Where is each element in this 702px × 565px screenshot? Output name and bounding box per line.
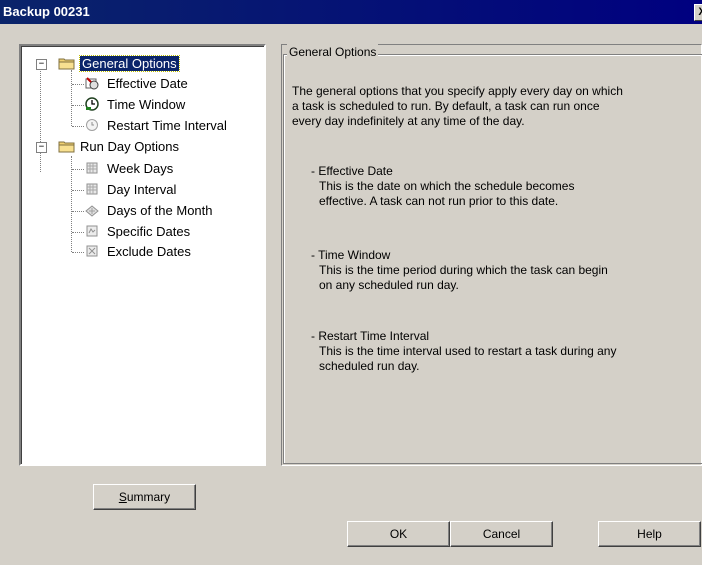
section-time-window: - Time Window This is the time period du…	[311, 248, 608, 292]
help-button[interactable]: Help	[598, 521, 701, 547]
close-icon: X	[698, 6, 702, 18]
group-box-title: General Options	[287, 44, 379, 60]
tree-connector	[40, 64, 41, 172]
tree-connector	[71, 156, 72, 252]
section-effective-date: - Effective Date This is the date on whi…	[311, 164, 575, 208]
calendar-exclude-icon	[86, 245, 98, 257]
ok-button[interactable]: OK	[347, 521, 450, 547]
tree-item-time-window[interactable]: Time Window	[107, 96, 185, 114]
summary-button[interactable]: Summary	[93, 484, 196, 510]
tree-item-restart-time-interval[interactable]: Restart Time Interval	[107, 117, 227, 135]
folder-open-icon	[58, 58, 75, 70]
section-restart-time-interval: - Restart Time Interval This is the time…	[311, 329, 617, 373]
calendar-grid-icon	[86, 183, 98, 195]
calendar-clock-icon	[85, 77, 99, 90]
intro-text: The general options that you specify app…	[292, 84, 623, 128]
options-tree[interactable]: − General Options Effective Date Time Wi…	[19, 44, 266, 466]
tree-item-run-day-options[interactable]: Run Day Options	[80, 138, 179, 156]
title-bar: Backup 00231 X	[0, 0, 702, 24]
section-heading: - Time Window	[311, 248, 391, 262]
window-title: Backup 00231	[3, 4, 90, 19]
close-button[interactable]: X	[694, 4, 702, 21]
calendar-grid-icon	[86, 162, 98, 174]
tree-item-exclude-dates[interactable]: Exclude Dates	[107, 243, 191, 261]
tree-connector	[71, 70, 72, 126]
section-heading: - Effective Date	[311, 164, 393, 178]
collapse-run-day-options-icon[interactable]: −	[36, 142, 47, 153]
folder-open-icon	[58, 141, 75, 153]
collapse-general-options-icon[interactable]: −	[36, 59, 47, 70]
tree-item-week-days[interactable]: Week Days	[107, 160, 173, 178]
tree-item-day-interval[interactable]: Day Interval	[107, 181, 176, 199]
tree-item-general-options[interactable]: General Options	[79, 55, 180, 73]
restart-clock-icon	[86, 119, 98, 131]
calendar-month-icon	[85, 205, 99, 217]
tree-item-effective-date[interactable]: Effective Date	[107, 75, 188, 93]
cancel-button[interactable]: Cancel	[450, 521, 553, 547]
tree-item-specific-dates[interactable]: Specific Dates	[107, 223, 190, 241]
clock-icon	[85, 97, 99, 111]
section-heading: - Restart Time Interval	[311, 329, 430, 343]
tree-item-label: General Options	[79, 55, 180, 72]
tree-item-days-of-the-month[interactable]: Days of the Month	[107, 202, 213, 220]
calendar-specific-icon	[86, 225, 98, 237]
